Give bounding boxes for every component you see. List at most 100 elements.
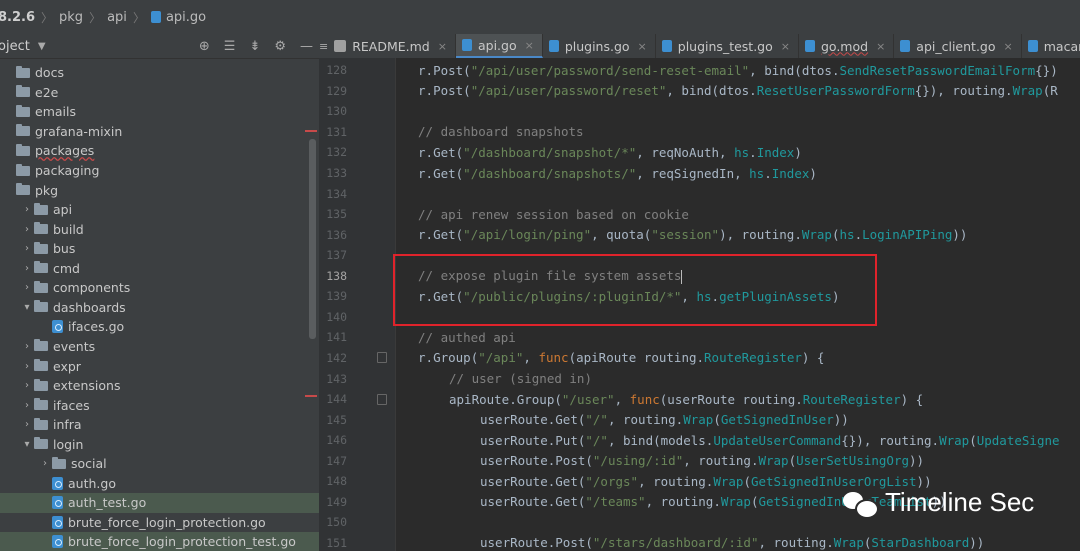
tree-item[interactable]: emails: [0, 102, 319, 122]
gear-icon[interactable]: ⚙: [274, 39, 286, 54]
tree-item[interactable]: e2e: [0, 83, 319, 103]
code-token: userRoute.: [480, 453, 556, 469]
code-line[interactable]: 135 // api renew session based on cookie: [319, 204, 1080, 225]
code-token: (: [788, 453, 797, 469]
close-icon[interactable]: ×: [438, 40, 447, 53]
code-line[interactable]: 143 // user (signed in): [319, 368, 1080, 389]
chevron-right-icon[interactable]: ›: [20, 400, 34, 411]
fold-icon[interactable]: [377, 352, 387, 364]
tree-item[interactable]: › build: [0, 219, 319, 239]
tree-item[interactable]: grafana-mixin: [0, 122, 319, 142]
chevron-down-icon[interactable]: ▼: [38, 41, 46, 52]
breadcrumb-item[interactable]: 8.2.6 〉: [0, 9, 59, 26]
tree-item[interactable]: › infra: [0, 415, 319, 435]
tree-item[interactable]: › extensions: [0, 376, 319, 396]
tab-api-client-go[interactable]: api_client.go ×: [894, 34, 1022, 58]
tab-readme-md[interactable]: README.md ×: [328, 34, 456, 58]
tree-item[interactable]: packages: [0, 141, 319, 161]
collapse-icon[interactable]: ☰: [224, 39, 236, 54]
chevron-right-icon[interactable]: ›: [20, 263, 34, 274]
close-icon[interactable]: ×: [1004, 40, 1013, 53]
tab-go-mod[interactable]: go.mod ×: [799, 34, 895, 58]
code-line[interactable]: 133 r.Get("/dashboard/snapshots/", reqSig…: [319, 163, 1080, 184]
tabs-scroll-icon[interactable]: ≡: [319, 34, 328, 58]
tree-item[interactable]: › api: [0, 200, 319, 220]
code-line[interactable]: 134: [319, 183, 1080, 204]
project-panel-title[interactable]: oject: [0, 39, 30, 54]
tree-item[interactable]: › social: [0, 454, 319, 474]
chevron-right-icon[interactable]: ›: [20, 224, 34, 235]
tree-item[interactable]: › ifaces: [0, 395, 319, 415]
expand-icon[interactable]: ⇟: [249, 39, 260, 54]
minimize-icon[interactable]: —: [300, 39, 313, 54]
code-line[interactable]: 130: [319, 101, 1080, 122]
close-icon[interactable]: ×: [525, 39, 534, 52]
fold-icon[interactable]: [377, 393, 387, 405]
sidebar-scrollbar[interactable]: [309, 139, 316, 339]
chevron-right-icon[interactable]: ›: [20, 341, 34, 352]
tree-item[interactable]: ▾ dashboards: [0, 298, 319, 318]
code-line[interactable]: 132 r.Get("/dashboard/snapshot/*", reqNoA…: [319, 142, 1080, 163]
close-icon[interactable]: ×: [876, 40, 885, 53]
code-line[interactable]: 151 userRoute.Post("/stars/dashboard/:id"…: [319, 533, 1080, 551]
tree-item[interactable]: pkg: [0, 180, 319, 200]
tree-item[interactable]: › events: [0, 337, 319, 357]
code-token: r.: [418, 227, 434, 243]
chevron-right-icon[interactable]: ›: [20, 380, 34, 391]
tree-item-label: social: [71, 456, 107, 472]
tree-item[interactable]: › cmd: [0, 259, 319, 279]
code-line[interactable]: 131 // dashboard snapshots: [319, 122, 1080, 143]
code-token: ,: [614, 391, 630, 407]
tab-plugins-test-go[interactable]: plugins_test.go ×: [656, 34, 799, 58]
breadcrumb-item[interactable]: api.go: [150, 10, 206, 25]
go-file-icon: [52, 535, 63, 549]
chevron-down-icon[interactable]: ▾: [20, 439, 34, 450]
chevron-right-icon[interactable]: ›: [38, 458, 52, 469]
chevron-right-icon[interactable]: ›: [20, 243, 34, 254]
tree-item[interactable]: › components: [0, 278, 319, 298]
chevron-down-icon[interactable]: ▾: [20, 302, 34, 313]
chevron-right-icon[interactable]: ›: [20, 361, 34, 372]
tree-item[interactable]: docs: [0, 63, 319, 83]
tree-item[interactable]: › bus: [0, 239, 319, 259]
tree-item-label: docs: [35, 65, 64, 81]
tree-item[interactable]: › expr: [0, 356, 319, 376]
tab-macaron-go[interactable]: macaron.go×: [1022, 34, 1080, 58]
code-line[interactable]: 129 r.Post("/api/user/password/reset", bi…: [319, 81, 1080, 102]
tree-item-label: events: [53, 338, 96, 354]
code-line[interactable]: 146 userRoute.Put("/", bind(models.Update…: [319, 430, 1080, 451]
chevron-right-icon[interactable]: ›: [20, 204, 34, 215]
close-icon[interactable]: ×: [638, 40, 647, 53]
tree-item[interactable]: brute_force_login_protection_test.go: [0, 532, 319, 551]
tree-item[interactable]: brute_force_login_protection.go: [0, 513, 319, 533]
tree-item[interactable]: auth_test.go: [0, 493, 319, 513]
close-icon[interactable]: ×: [781, 40, 790, 53]
locate-icon[interactable]: ⊕: [199, 39, 210, 54]
code-line[interactable]: 142 r.Group("/api", func(apiRoute routing…: [319, 348, 1080, 369]
tree-item-label: brute_force_login_protection.go: [68, 514, 266, 530]
tree-item[interactable]: ifaces.go: [0, 317, 319, 337]
code-token: Wrap: [801, 227, 832, 243]
folder-icon: [34, 417, 48, 430]
breadcrumb-item[interactable]: pkg 〉: [59, 9, 107, 26]
tab-api-go[interactable]: api.go ×: [455, 34, 543, 58]
code-token: Post: [555, 535, 586, 551]
tree-item[interactable]: ▾ login: [0, 434, 319, 454]
tree-item[interactable]: auth.go: [0, 474, 319, 494]
code-line[interactable]: 136 r.Get ("/api/login/ping", quota("sessi…: [319, 224, 1080, 245]
code-line[interactable]: 145 userRoute.Get("/", routing.Wrap(GetSi…: [319, 409, 1080, 430]
code-line[interactable]: 128 r.Post("/api/user/password/send-reset…: [319, 60, 1080, 81]
code-line[interactable]: 144 apiRoute.Group("/user", func(userRout…: [319, 389, 1080, 410]
code-token: "/api/user/password/reset": [470, 83, 667, 99]
breadcrumb-item[interactable]: api 〉: [107, 9, 151, 26]
breadcrumb-label: api: [107, 9, 127, 25]
code-token: Get: [433, 165, 456, 181]
tab-plugins-go[interactable]: plugins.go ×: [543, 34, 656, 58]
folder-icon: [34, 398, 48, 411]
chevron-right-icon[interactable]: ›: [20, 282, 34, 293]
tree-item[interactable]: packaging: [0, 161, 319, 181]
code-token: Wrap: [833, 535, 864, 551]
chevron-right-icon[interactable]: ›: [20, 419, 34, 430]
code-line[interactable]: 141 // authed api: [319, 327, 1080, 348]
code-line[interactable]: 147 userRoute.Post("/using/:id", routing.…: [319, 450, 1080, 471]
